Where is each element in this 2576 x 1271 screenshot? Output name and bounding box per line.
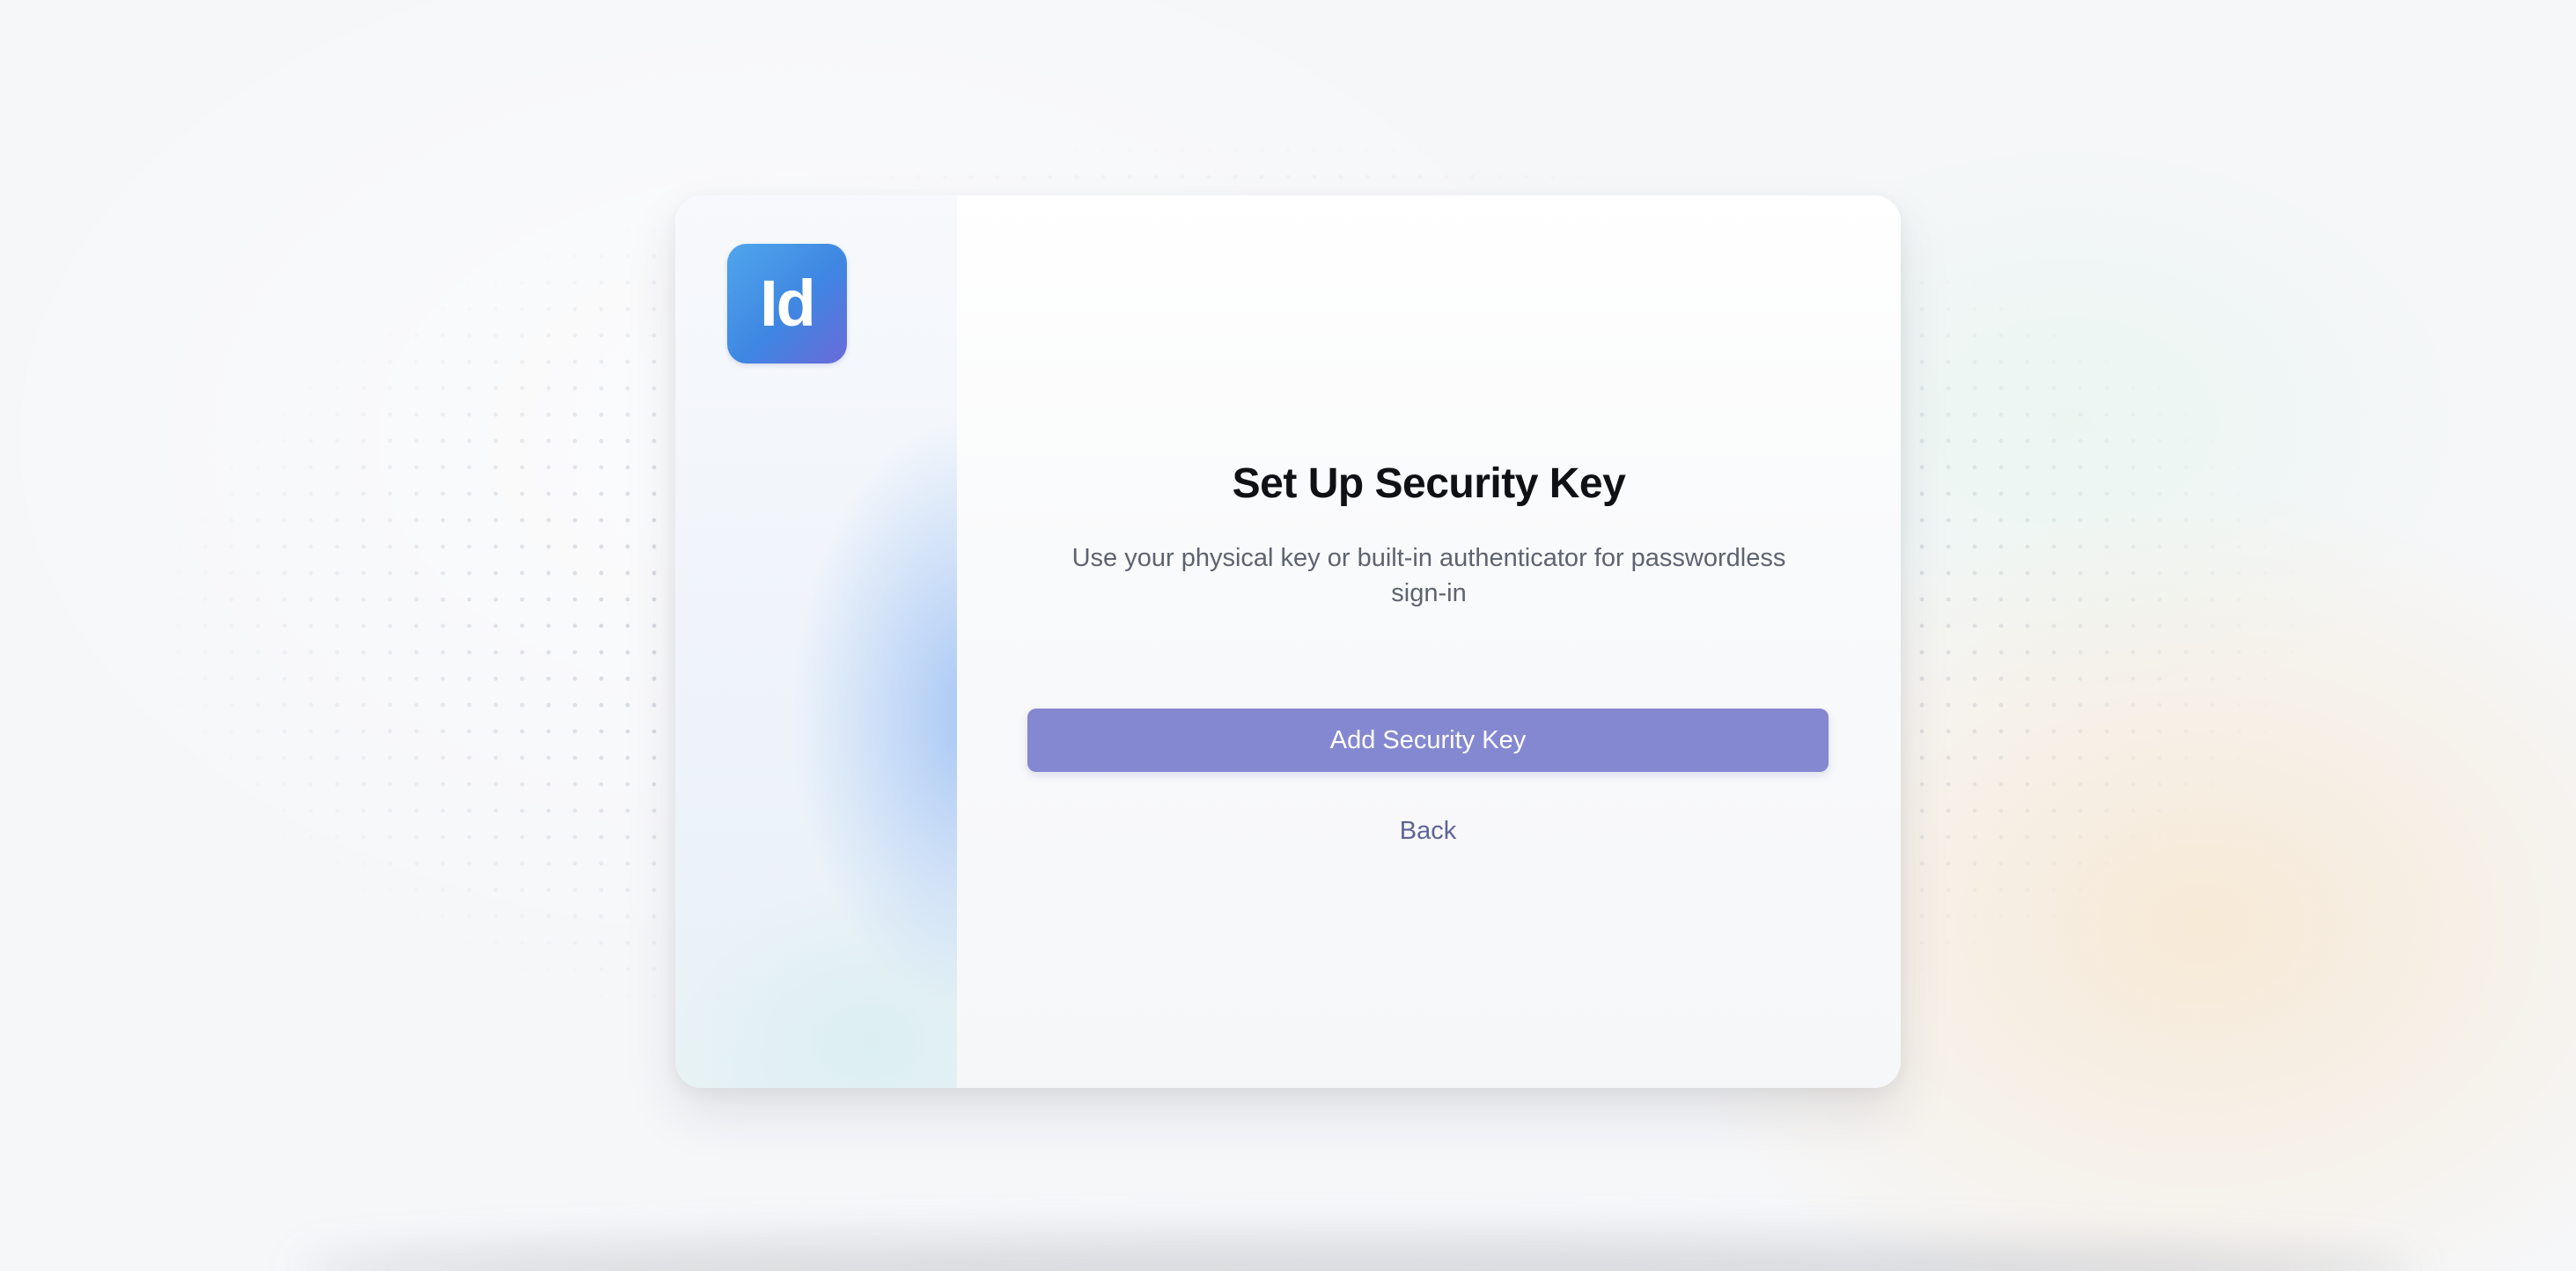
app-logo-icon: Id [727,244,847,364]
page-title: Set Up Security Key [1232,460,1626,507]
page-subtitle: Use your physical key or built-in authen… [1071,544,1786,607]
back-link[interactable]: Back [1340,812,1516,850]
main-panel: Set Up Security Key Use your physical ke… [957,195,1901,1088]
app-logo-text: Id [760,267,816,340]
brand-side-panel: Id [675,195,957,1088]
security-key-card: Id Set Up Security Key Use your physical… [675,195,1901,1088]
add-security-key-button[interactable]: Add Security Key [1027,709,1829,772]
